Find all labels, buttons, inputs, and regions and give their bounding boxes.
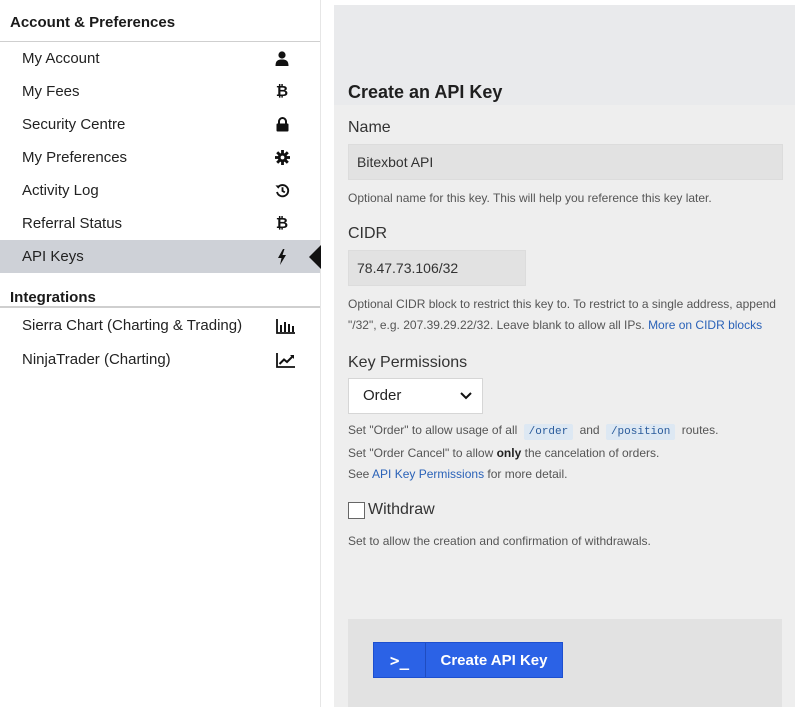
page-title: Create an API Key [348,82,503,102]
cidr-blocks-link[interactable]: More on CIDR blocks [648,318,762,332]
cidr-label: CIDR [348,225,388,242]
permissions-help: Set "Order" to allow usage of all /order… [348,420,781,485]
withdraw-checkbox[interactable] [348,501,365,519]
withdraw-help: Set to allow the creation and confirmati… [348,534,651,548]
sidebar-item-activity-log[interactable]: Activity Log [0,174,320,207]
help-text: the cancelation of orders. [524,446,660,460]
bitcoin-icon: ₿ [275,83,289,100]
form-header: Create an API Key [334,5,795,105]
create-api-key-button[interactable]: >_ Create API Key [373,642,563,678]
permissions-select-value: Order [363,387,402,404]
sidebar-item-label: Security Centre [22,116,126,133]
main-panel: Create an API Key Name Bitexbot API Opti… [334,5,795,707]
sidebar-item-referral-status[interactable]: Referral Status ₿ [0,207,320,240]
sidebar-item-label: My Account [22,50,100,67]
sidebar-item-my-account[interactable]: My Account [0,42,320,75]
name-input[interactable]: Bitexbot API [348,144,783,180]
help-emphasis: only [496,446,522,460]
sidebar-item-sierra-chart[interactable]: Sierra Chart (Charting & Trading) [0,309,320,343]
permissions-help-line-1: Set "Order" to allow usage of all /order… [348,420,781,443]
sidebar-item-label: Sierra Chart (Charting & Trading) [22,317,243,334]
create-api-key-label: Create API Key [440,651,548,669]
position-route-code: /position [605,424,676,440]
bitcoin-icon: ₿ [275,215,289,232]
terminal-icon: >_ [374,643,426,677]
help-text: and [579,423,600,437]
permissions-select[interactable]: Order [348,378,483,414]
sidebar-item-label: Referral Status [22,215,123,232]
sidebar-item-label: My Fees [22,83,80,100]
permissions-label: Key Permissions [348,354,468,371]
bolt-icon [272,240,292,273]
name-label: Name [348,119,391,136]
api-key-permissions-link[interactable]: API Key Permissions [372,467,484,481]
integrations-section-title: Integrations [0,273,320,307]
withdraw-label[interactable]: Withdraw [368,501,435,519]
help-text: See [348,467,370,481]
sidebar-item-label: Activity Log [22,182,99,199]
order-route-code: /order [523,424,574,440]
line-chart-icon [276,343,296,377]
sidebar-item-label: NinjaTrader (Charting) [22,351,171,368]
help-text: routes. [681,423,719,437]
integrations-list: Sierra Chart (Charting & Trading) NinjaT… [0,307,320,377]
sidebar-item-my-fees[interactable]: My Fees ₿ [0,75,320,108]
sidebar-item-api-keys[interactable]: API Keys [0,240,321,273]
history-icon [272,174,292,207]
gear-icon [272,141,292,174]
sidebar-item-label: API Keys [22,248,84,265]
withdraw-row: Withdraw [348,499,781,521]
cidr-input[interactable]: 78.47.73.106/32 [348,250,526,286]
cidr-help: Optional CIDR block to restrict this key… [348,294,781,336]
permissions-help-line-3: See API Key Permissions for more detail. [348,464,781,485]
help-text: for more detail. [487,467,568,481]
api-key-form: Name Bitexbot API Optional name for this… [334,117,795,552]
name-help: Optional name for this key. This will he… [348,191,712,205]
form-actions: >_ Create API Key [348,619,782,707]
account-section-title: Account & Preferences [0,0,320,42]
permissions-help-line-2: Set "Order Cancel" to allow only the can… [348,443,781,464]
sidebar-item-my-preferences[interactable]: My Preferences [0,141,320,174]
lock-icon [272,108,292,141]
sidebar-item-security-centre[interactable]: Security Centre [0,108,320,141]
help-text: Set "Order Cancel" to allow [348,446,494,460]
help-text: Set "Order" to allow usage of all [348,423,518,437]
sidebar-item-ninjatrader[interactable]: NinjaTrader (Charting) [0,343,320,377]
user-icon [272,42,292,75]
sidebar-item-label: My Preferences [22,149,128,166]
sidebar: Account & Preferences My Account My Fees… [0,0,321,707]
chevron-down-icon [460,379,472,425]
bar-chart-icon [276,309,296,343]
